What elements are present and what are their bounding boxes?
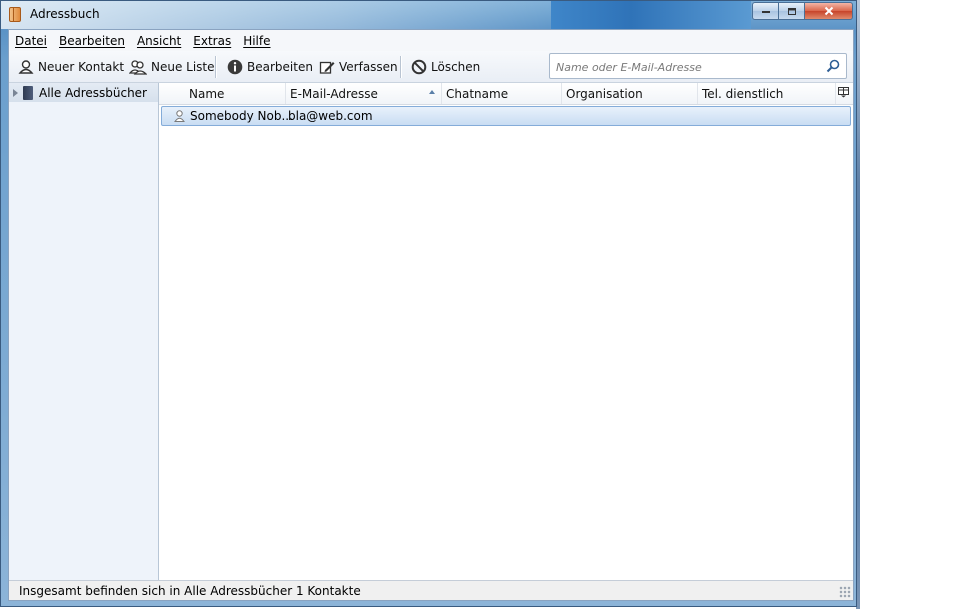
address-book-window: Adressbuch Datei Bearbeiten Ansicht Extr…: [0, 0, 857, 607]
delete-label: Löschen: [431, 60, 481, 74]
maximize-icon: [787, 7, 796, 15]
address-book-app-icon: [9, 7, 21, 22]
column-header-row: Name E-Mail-Adresse Chatname Organisatio…: [159, 83, 853, 105]
info-icon: [227, 59, 243, 75]
sidebar-item-all-address-books[interactable]: Alle Adressbücher: [9, 83, 158, 102]
compose-label: Verfassen: [339, 60, 398, 74]
table-row[interactable]: Somebody Nob... bla@web.com: [161, 106, 851, 126]
contact-person-icon: [174, 110, 185, 122]
new-list-icon: [129, 60, 147, 75]
edit-label: Bearbeiten: [247, 60, 313, 74]
contact-list: Name E-Mail-Adresse Chatname Organisatio…: [159, 83, 853, 580]
menu-bar: Datei Bearbeiten Ansicht Extras Hilfe: [9, 30, 853, 51]
sidebar-item-label: Alle Adressbücher: [39, 85, 147, 100]
toolbar-separator: [400, 56, 402, 78]
menu-bearbeiten[interactable]: Bearbeiten: [59, 34, 125, 48]
close-button[interactable]: [805, 2, 853, 20]
column-phone-work[interactable]: Tel. dienstlich: [698, 83, 836, 104]
minimize-icon: [761, 11, 770, 13]
search-icon[interactable]: [826, 59, 840, 73]
menu-ansicht[interactable]: Ansicht: [137, 34, 181, 48]
delete-icon: [411, 59, 427, 75]
column-chatname[interactable]: Chatname: [442, 83, 562, 104]
toolbar-separator: [215, 56, 217, 78]
resize-grip[interactable]: [839, 586, 851, 598]
new-list-label: Neue Liste: [151, 60, 215, 74]
new-contact-button[interactable]: Neuer Kontakt: [18, 57, 124, 77]
menu-extras[interactable]: Extras: [193, 34, 231, 48]
menu-datei[interactable]: Datei: [15, 34, 47, 48]
close-icon: [824, 6, 833, 16]
new-contact-icon: [18, 60, 34, 74]
maximize-button[interactable]: [779, 2, 805, 20]
column-picker-icon[interactable]: [838, 87, 849, 98]
expand-triangle-icon[interactable]: [13, 88, 18, 97]
edit-button[interactable]: Bearbeiten: [227, 57, 313, 77]
column-email[interactable]: E-Mail-Adresse: [286, 83, 442, 104]
minimize-button[interactable]: [752, 2, 779, 20]
new-list-button[interactable]: Neue Liste: [129, 57, 215, 77]
title-bar[interactable]: Adressbuch: [1, 1, 856, 29]
column-organisation[interactable]: Organisation: [562, 83, 698, 104]
compose-pencil-icon: [319, 61, 335, 74]
search-input[interactable]: [556, 59, 816, 75]
client-area: Datei Bearbeiten Ansicht Extras Hilfe Ne…: [8, 29, 854, 601]
delete-button[interactable]: Löschen: [411, 57, 480, 77]
caption-buttons: [752, 2, 853, 21]
status-bar: Insgesamt befinden sich in Alle Adressbü…: [9, 580, 853, 600]
contact-email-cell: bla@web.com: [288, 109, 373, 123]
sort-ascending-icon: [429, 90, 435, 94]
compose-button[interactable]: Verfassen: [319, 57, 398, 77]
menu-hilfe[interactable]: Hilfe: [243, 34, 270, 48]
contact-name-cell: Somebody Nob...: [190, 109, 293, 123]
address-book-icon: [23, 85, 33, 100]
toolbar: Neuer Kontakt Neue Liste Bearbeiten Verf…: [9, 51, 853, 83]
column-name[interactable]: Name: [159, 83, 286, 104]
desktop-background: [860, 0, 960, 609]
window-title: Adressbuch: [30, 7, 100, 21]
new-contact-label: Neuer Kontakt: [38, 60, 125, 74]
search-box: [549, 53, 847, 79]
status-text: Insgesamt befinden sich in Alle Adressbü…: [19, 584, 361, 598]
address-book-list: Alle Adressbücher: [9, 83, 159, 580]
